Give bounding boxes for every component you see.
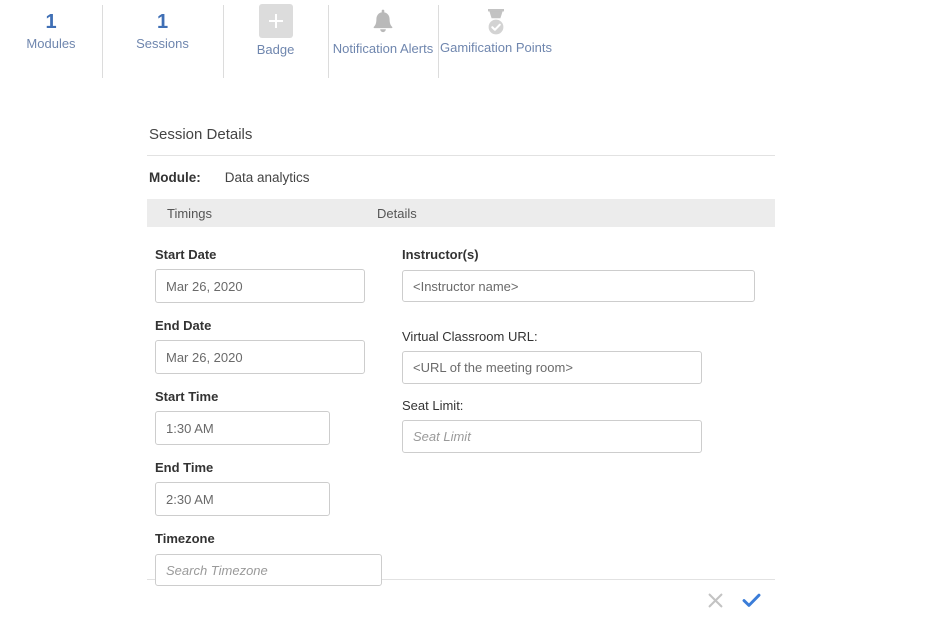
form-area: Start Date End Date Start Time End Time …	[147, 227, 775, 586]
end-time-label: End Time	[155, 460, 214, 475]
bell-icon-wrap	[370, 9, 396, 36]
seat-limit-label: Seat Limit:	[402, 398, 464, 413]
stat-tab-notification-alerts[interactable]: Notification Alerts	[328, 0, 438, 84]
badge-icon-wrap	[258, 4, 293, 38]
cancel-icon[interactable]	[707, 592, 724, 609]
sessions-label: Sessions	[136, 36, 189, 51]
virtual-classroom-url-label: Virtual Classroom URL:	[402, 329, 538, 344]
instructors-input[interactable]	[402, 270, 755, 302]
field-start-date: Start Date	[155, 247, 382, 303]
session-details-panel: Session Details Module: Data analytics T…	[147, 120, 775, 620]
end-date-input[interactable]	[155, 340, 365, 374]
medal-check-icon	[488, 9, 504, 35]
stat-tab-sessions[interactable]: 1 Sessions	[102, 0, 223, 84]
modules-label: Modules	[26, 36, 76, 51]
stat-tab-modules[interactable]: 1 Modules	[0, 0, 102, 84]
gamification-points-label: Gamification Points	[440, 40, 552, 55]
tab-divider	[328, 5, 329, 78]
start-date-input[interactable]	[155, 269, 365, 303]
field-timezone: Timezone	[155, 531, 382, 586]
medal-icon-wrap	[482, 9, 510, 36]
field-seat-limit: Seat Limit:	[402, 398, 755, 453]
field-end-date: End Date	[155, 318, 382, 374]
timings-column: Start Date End Date Start Time End Time …	[155, 227, 382, 586]
details-column: Instructor(s) Virtual Classroom URL: Sea…	[402, 227, 755, 453]
timezone-label: Timezone	[155, 531, 215, 546]
column-header-details: Details	[377, 205, 417, 221]
column-header-bar: Timings Details	[147, 199, 775, 227]
start-time-label: Start Time	[155, 389, 219, 404]
footer-actions	[147, 580, 775, 620]
instructors-label: Instructor(s)	[402, 247, 479, 262]
timezone-input[interactable]	[155, 554, 382, 586]
modules-count: 1	[45, 11, 57, 33]
confirm-icon[interactable]	[742, 592, 761, 609]
start-date-label: Start Date	[155, 247, 217, 262]
plus-square-icon	[258, 4, 293, 38]
module-label: Module:	[149, 170, 201, 185]
field-virtual-classroom-url: Virtual Classroom URL:	[402, 329, 755, 384]
seat-limit-input[interactable]	[402, 420, 702, 453]
stat-tab-gamification-points[interactable]: Gamification Points	[438, 0, 554, 84]
end-time-input[interactable]	[155, 482, 330, 516]
tab-divider	[223, 5, 224, 78]
virtual-classroom-url-input[interactable]	[402, 351, 702, 384]
badge-label: Badge	[256, 42, 295, 57]
field-end-time: End Time	[155, 460, 382, 516]
module-row: Module: Data analytics	[147, 156, 775, 199]
start-time-input[interactable]	[155, 411, 330, 445]
tab-divider	[102, 5, 103, 78]
column-header-timings: Timings	[167, 205, 213, 221]
field-start-time: Start Time	[155, 389, 382, 445]
end-date-label: End Date	[155, 318, 212, 333]
stat-tab-badge[interactable]: Badge	[223, 0, 328, 84]
sessions-count: 1	[156, 11, 169, 33]
stat-tab-bar: 1 Modules 1 Sessions Badge Notification …	[0, 0, 932, 84]
notification-alerts-label: Notification Alerts	[332, 41, 434, 56]
tab-divider	[438, 5, 439, 78]
field-instructors: Instructor(s)	[402, 247, 755, 302]
module-value: Data analytics	[224, 170, 310, 185]
page-title: Session Details	[149, 126, 253, 143]
bell-icon	[373, 9, 393, 33]
